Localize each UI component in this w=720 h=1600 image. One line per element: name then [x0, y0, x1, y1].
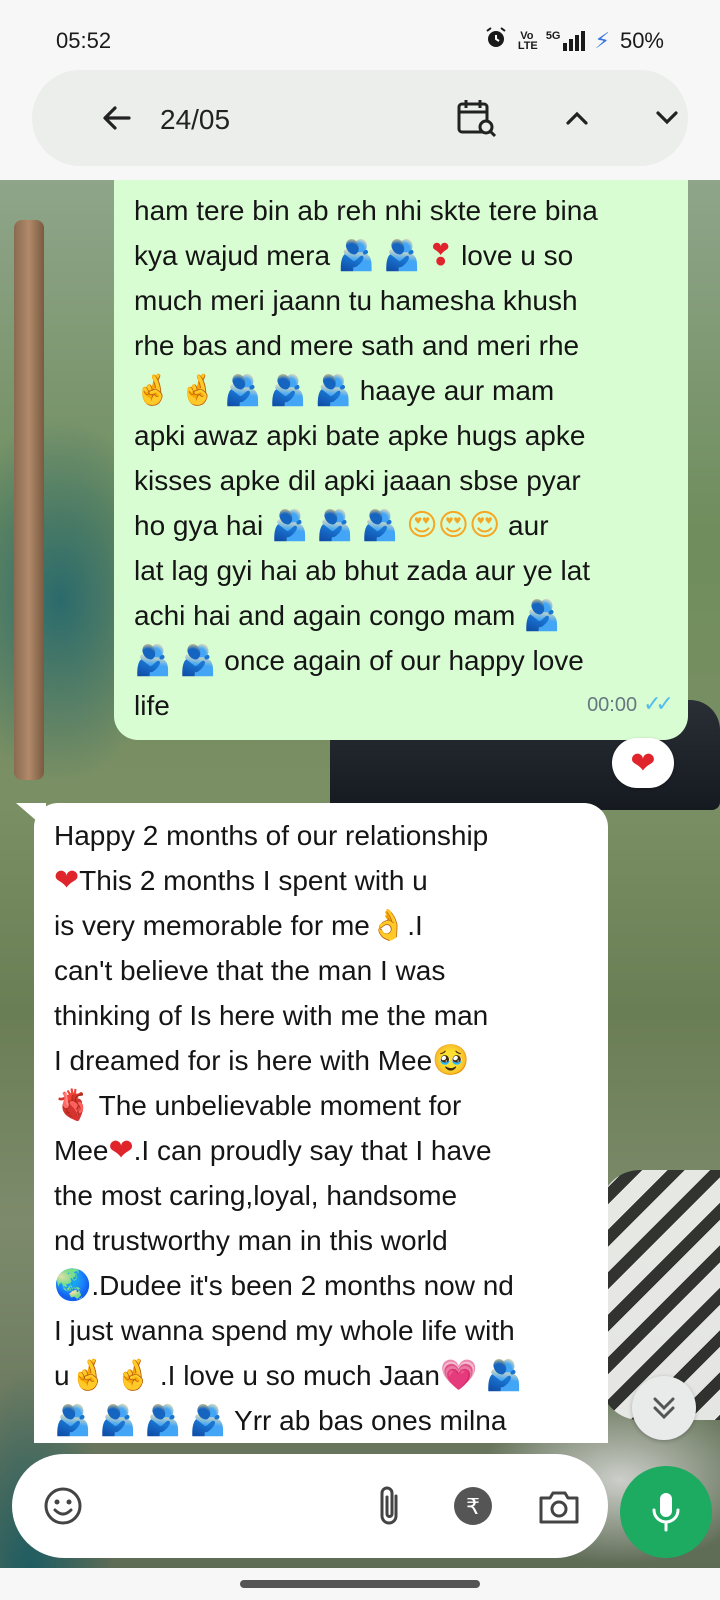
status-icons: Vo LTE 5G ⚡ 50% [484, 26, 664, 56]
message-line: ham tere bin ab reh nhi skte tere bina [134, 195, 598, 226]
message-line: 🫂 🫂 once again of our happy love [134, 643, 584, 678]
status-time: 05:52 [56, 28, 112, 53]
message-line: kisses apke dil apki jaaan sbse pyar [134, 465, 581, 496]
battery-level: 50% [619, 28, 664, 53]
message-line: achi hai and again congo mam 🫂 [134, 598, 561, 633]
message-line: u🤞 🤞 .I love u so much Jaan💗 🫂 [54, 1358, 523, 1393]
message-line: Happy 2 months of our relationship [54, 820, 489, 851]
search-date-input[interactable]: 24/05 [160, 104, 230, 136]
message-line: kya wajud mera 🫂 🫂 ❣ love u so [134, 238, 574, 273]
message-line: I dreamed for is here with Mee🥹 [54, 1043, 470, 1078]
message-line: I just wanna spend my whole life with [54, 1315, 515, 1346]
message-line: 🫀 The unbelievable moment for [54, 1088, 462, 1123]
status-bar: 05:52 Vo LTE 5G ⚡ 50% [0, 0, 720, 80]
wallpaper-tree-trunk [14, 220, 44, 780]
signal-icon: 5G [546, 31, 585, 51]
message-line: lat lag gyi hai ab bhut zada aur ye lat [134, 555, 591, 586]
read-ticks-icon: ✓✓ [643, 691, 674, 716]
message-line: rhe bas and mere sath and meri rhe [134, 330, 580, 361]
mic-icon [652, 1493, 680, 1532]
message-line: ❤This 2 months I spent with u [54, 863, 428, 898]
heart-reaction[interactable]: ❤ [612, 738, 674, 788]
scroll-to-bottom-button[interactable] [632, 1376, 696, 1440]
message-line: Mee❤.I can proudly say that I have [54, 1133, 492, 1168]
back-arrow-icon[interactable] [92, 70, 142, 166]
volte-icon: Vo LTE [517, 30, 538, 52]
calendar-search-icon[interactable] [452, 70, 502, 166]
sent-message-bubble[interactable]: ham tere bin ab reh nhi skte tere bina k… [114, 180, 688, 740]
alarm-icon [484, 26, 508, 56]
charging-bolt-icon: ⚡ [594, 28, 610, 53]
message-line: much meri jaann tu hamesha khush [134, 285, 578, 316]
message-line: apki awaz apki bate apke hugs apke [134, 420, 586, 451]
voice-record-button[interactable] [620, 1466, 712, 1558]
message-line: the most caring,loyal, handsome [54, 1180, 458, 1211]
chevron-down-icon[interactable] [642, 70, 692, 166]
message-timestamp: 00:00 ✓✓ [587, 691, 674, 716]
double-chevron-down-icon [653, 1397, 675, 1420]
emoji-icon[interactable] [38, 1481, 88, 1531]
message-line: 🫂 🫂 🫂 🫂 Yrr ab bas ones milna [54, 1403, 507, 1438]
message-line: 🌏.Dudee it's been 2 months now nd [54, 1268, 514, 1303]
date-search-bar: 24/05 [32, 70, 688, 166]
camera-icon[interactable] [534, 1481, 584, 1531]
message-line: nd trustworthy man in this world [54, 1225, 448, 1256]
received-message-bubble[interactable]: Happy 2 months of our relationship ❤This… [34, 803, 608, 1443]
message-composer[interactable]: ₹ [12, 1454, 608, 1558]
chevron-up-icon[interactable] [552, 70, 602, 166]
message-line: 🤞 🤞 🫂 🫂 🫂 haaye aur mam [134, 373, 555, 408]
message-line: can't believe that the man I was [54, 955, 446, 986]
message-line: is very memorable for me👌.I [54, 908, 423, 943]
rupee-icon[interactable]: ₹ [448, 1481, 498, 1531]
home-indicator[interactable] [240, 1580, 480, 1588]
svg-text:₹: ₹ [466, 1495, 480, 1520]
message-line: thinking of Is here with me the man [54, 1000, 489, 1031]
attach-icon[interactable] [364, 1481, 414, 1531]
message-line: ho gya hai 🫂 🫂 🫂 😍😍😍 aur [134, 508, 549, 543]
